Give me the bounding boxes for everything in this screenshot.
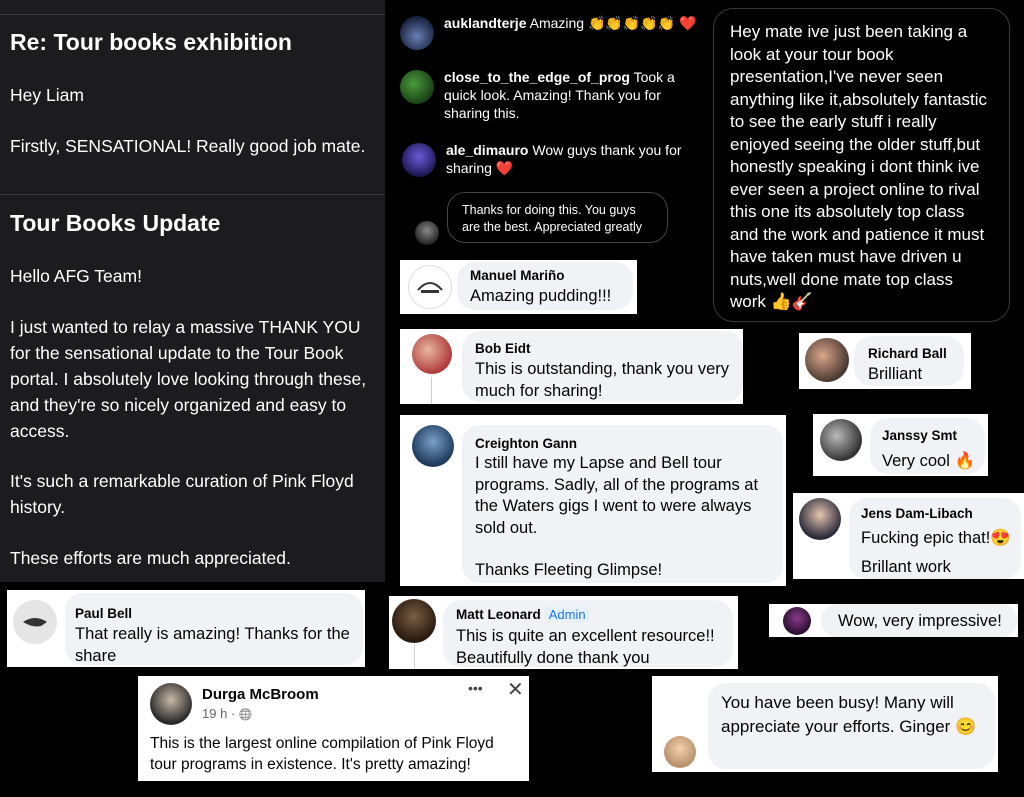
avatar[interactable]	[412, 334, 452, 374]
avatar[interactable]	[664, 736, 696, 768]
email-subject: Re: Tour books exhibition	[10, 29, 292, 55]
facebook-comment: Paul Bell That really is amazing! Thanks…	[7, 590, 365, 667]
avatar[interactable]	[408, 265, 452, 309]
comment-text: This is outstanding, thank you very much…	[475, 360, 730, 400]
comment-text: This is quite an excellent resource!! Be…	[456, 627, 715, 667]
comment-text: Thanks Fleeting Glimpse!	[475, 561, 663, 579]
email-body: These efforts are much appreciated.	[10, 548, 291, 568]
email-panel: Re: Tour books exhibition Hey Liam First…	[0, 0, 385, 582]
logo-icon	[417, 282, 443, 293]
avatar[interactable]	[400, 16, 434, 50]
email-greeting: Hey Liam	[10, 85, 84, 105]
avatar[interactable]	[415, 221, 439, 245]
commenter-name[interactable]: Bob Eidt	[475, 341, 531, 356]
message-bubble: Hey mate ive just been taking a look at …	[713, 8, 1010, 322]
comment-text: Very cool 🔥	[882, 452, 975, 470]
commenter-name[interactable]: Creighton Gann	[475, 436, 577, 451]
divider	[0, 194, 385, 195]
avatar[interactable]	[805, 338, 849, 382]
facebook-comment: Janssy Smt Very cool 🔥	[813, 414, 988, 476]
comment-text: Amazing pudding!!!	[470, 287, 612, 305]
more-options-icon[interactable]: •••	[468, 680, 483, 696]
facebook-comment: Richard Ball Brilliant	[799, 333, 971, 389]
avatar[interactable]	[783, 607, 811, 635]
facebook-comment: Manuel Mariño Amazing pudding!!!	[400, 260, 637, 314]
avatar[interactable]	[820, 419, 862, 461]
facebook-comment: Bob Eidt This is outstanding, thank you …	[400, 329, 743, 404]
commenter-name[interactable]: Paul Bell	[75, 606, 132, 621]
instagram-comment: ale_dimauro Wow guys thank you for shari…	[400, 141, 710, 181]
avatar[interactable]	[402, 143, 436, 177]
commenter-name-text[interactable]: Matt Leonard	[456, 607, 541, 622]
commenter-name[interactable]: Janssy Smt	[882, 428, 957, 443]
commenter-name[interactable]: Richard Ball	[868, 346, 947, 361]
post-text: This is the largest online compilation o…	[150, 735, 494, 773]
email-body: I just wanted to relay a massive THANK Y…	[10, 317, 367, 441]
email-body: Firstly, SENSATIONAL! Really good job ma…	[10, 136, 366, 156]
comment-text: Fucking epic that!😍	[861, 529, 1011, 547]
email-subject: Tour Books Update	[10, 210, 221, 236]
facebook-comment: Matt Leonard Admin This is quite an excel…	[389, 596, 738, 669]
comment-text: Amazing 👏👏👏👏👏 ❤️	[529, 15, 697, 31]
post-time[interactable]: 19 h ·	[202, 706, 235, 721]
facebook-comment: Jens Dam-Libach Fucking epic that!😍 Bril…	[793, 493, 1024, 579]
email-greeting: Hello AFG Team!	[10, 266, 142, 286]
close-icon[interactable]: ✕	[507, 677, 524, 702]
commenter-name[interactable]: Jens Dam-Libach	[861, 506, 973, 521]
bird-icon	[23, 618, 47, 627]
email-body: It's such a remarkable curation of Pink …	[10, 471, 354, 517]
instagram-comment: auklandterje Amazing 👏👏👏👏👏 ❤️	[400, 14, 710, 54]
facebook-comment: Wow, very impressive!	[769, 604, 1018, 637]
globe-icon: 🌐	[238, 709, 253, 721]
comment-username[interactable]: close_to_the_edge_of_prog	[444, 69, 630, 85]
comment-username[interactable]: auklandterje	[444, 15, 526, 31]
facebook-comment: Creighton Gann I still have my Lapse and…	[400, 415, 786, 586]
comment-text: I still have my Lapse and Bell tour prog…	[475, 454, 759, 537]
comment-text: Brillant work	[861, 558, 951, 576]
reply-bubble: Thanks for doing this. You guys are the …	[447, 192, 668, 243]
poster-name[interactable]: Durga McBroom	[202, 686, 319, 703]
commenter-name: Matt Leonard Admin	[456, 607, 590, 622]
avatar[interactable]	[412, 425, 454, 467]
facebook-comment: You have been busy! Many will appreciate…	[652, 676, 998, 772]
avatar[interactable]	[799, 498, 841, 540]
comment-text: Brilliant	[868, 365, 923, 383]
divider	[0, 14, 385, 15]
facebook-post: Durga McBroom 19 h · 🌐 ••• ✕ This is the…	[138, 676, 529, 781]
comment-text: That really is amazing! Thanks for the s…	[75, 625, 350, 665]
avatar[interactable]	[13, 600, 57, 644]
avatar[interactable]	[150, 683, 192, 725]
avatar[interactable]	[400, 70, 434, 104]
instagram-comment: close_to_the_edge_of_prog Took a quick l…	[400, 68, 710, 124]
admin-badge: Admin	[544, 607, 590, 622]
comment-username[interactable]: ale_dimauro	[446, 142, 528, 158]
comment-text: Wow, very impressive!	[838, 612, 1002, 630]
comment-text: You have been busy! Many will appreciate…	[721, 693, 977, 736]
commenter-name[interactable]: Manuel Mariño	[470, 268, 565, 283]
avatar[interactable]	[392, 599, 436, 643]
